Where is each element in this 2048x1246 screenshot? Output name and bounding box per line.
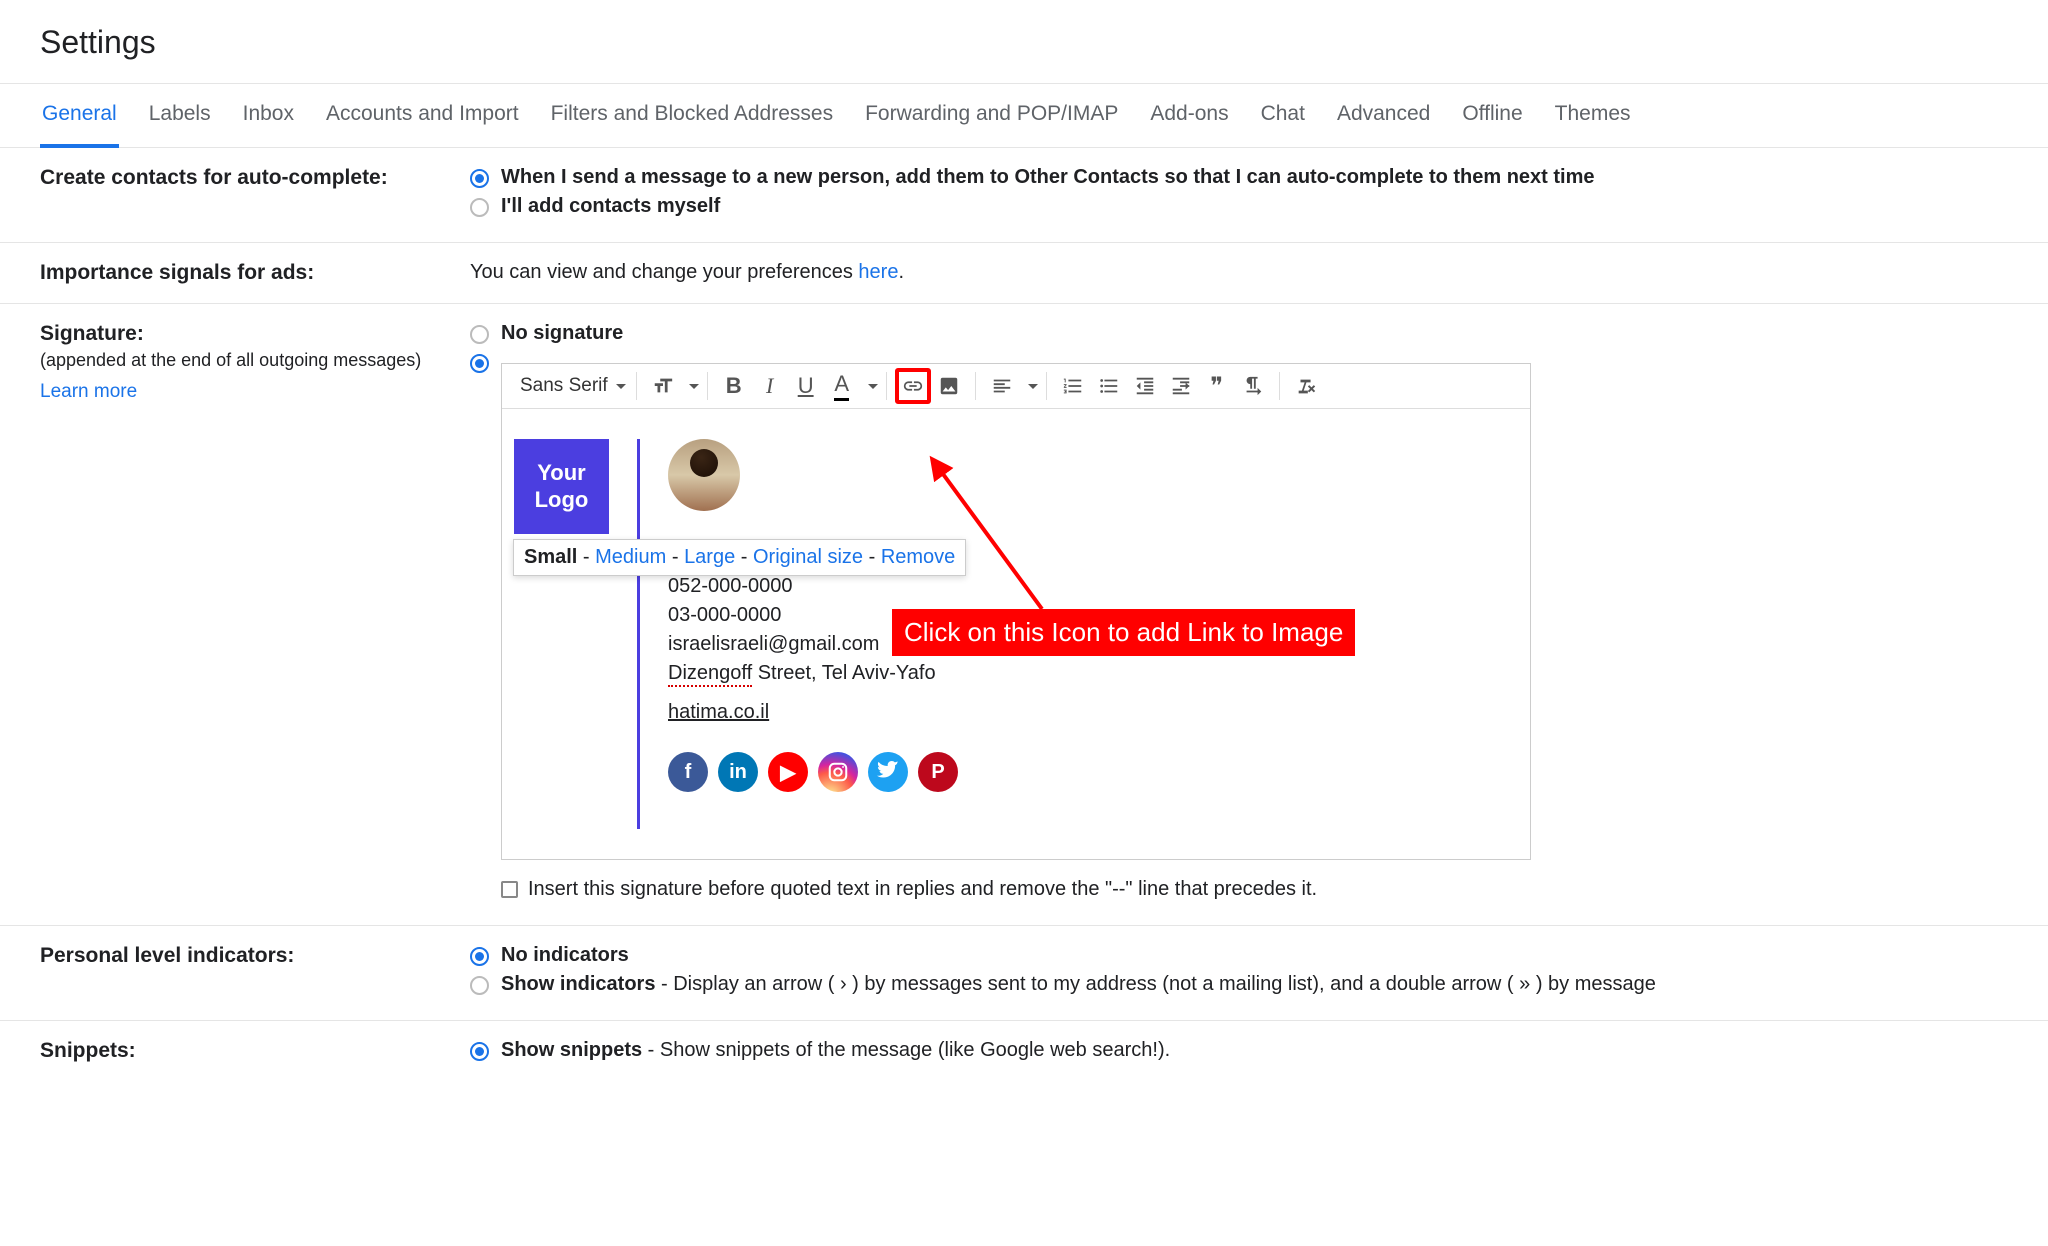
avatar[interactable]	[668, 439, 740, 511]
facebook-icon[interactable]: f	[668, 752, 708, 792]
tab-accounts[interactable]: Accounts and Import	[324, 84, 521, 147]
radio-no-signature-label: No signature	[501, 322, 623, 345]
chevron-down-icon	[616, 384, 626, 389]
row-snippets: Snippets: Show snippets - Show snippets …	[0, 1021, 2048, 1086]
signature-address: Dizengoff Street, Tel Aviv-Yafo	[668, 662, 1530, 685]
ads-text-pre: You can view and change your preferences	[470, 261, 858, 283]
vertical-divider	[637, 439, 640, 829]
tab-filters[interactable]: Filters and Blocked Addresses	[549, 84, 835, 147]
label-signature: Signature:	[40, 322, 144, 345]
show-snippets-rest: - Show snippets of the message (like Goo…	[642, 1039, 1170, 1061]
social-icons: f in ▶ P	[668, 752, 1530, 792]
insert-link-button[interactable]	[895, 368, 931, 404]
align-button[interactable]	[984, 368, 1020, 404]
text-color-button[interactable]: A	[824, 368, 860, 404]
radio-auto-contacts[interactable]	[470, 169, 489, 188]
signature-learn-more-link[interactable]: Learn more	[40, 381, 137, 403]
signature-phone1: 052-000-0000	[668, 575, 1530, 598]
row-signature: Signature: (appended at the end of all o…	[0, 304, 2048, 926]
tab-advanced[interactable]: Advanced	[1335, 84, 1432, 147]
text-direction-button[interactable]	[1235, 368, 1271, 404]
tab-offline[interactable]: Offline	[1460, 84, 1524, 147]
row-personal-indicators: Personal level indicators: No indicators…	[0, 926, 2048, 1021]
tab-themes[interactable]: Themes	[1553, 84, 1633, 147]
insert-before-quote-label: Insert this signature before quoted text…	[528, 878, 1317, 901]
show-snippets-bold: Show snippets	[501, 1039, 642, 1061]
ads-text: You can view and change your preferences…	[470, 261, 904, 283]
radio-no-indicators-label: No indicators	[501, 944, 629, 967]
bold-button[interactable]: B	[716, 368, 752, 404]
instagram-icon[interactable]	[818, 752, 858, 792]
chevron-down-icon	[868, 384, 878, 389]
image-size-popup: Small - Medium - Large - Original size -…	[513, 539, 966, 576]
underline-button[interactable]: U	[788, 368, 824, 404]
row-importance-ads: Importance signals for ads: You can view…	[0, 243, 2048, 304]
size-small[interactable]: Small	[524, 546, 577, 568]
annotation-label: Click on this Icon to add Link to Image	[892, 609, 1355, 656]
quote-button[interactable]: ❞	[1199, 368, 1235, 404]
editor-toolbar: Sans Serif	[502, 364, 1530, 409]
italic-button[interactable]: I	[752, 368, 788, 404]
tab-general[interactable]: General	[40, 84, 119, 148]
label-signature-sub: (appended at the end of all outgoing mes…	[40, 350, 470, 371]
logo-placeholder[interactable]: Your Logo	[514, 439, 609, 534]
radio-no-indicators[interactable]	[470, 947, 489, 966]
label-snippets: Snippets:	[40, 1039, 136, 1062]
tab-addons[interactable]: Add-ons	[1148, 84, 1230, 147]
settings-tabs: General Labels Inbox Accounts and Import…	[0, 83, 2048, 148]
ads-text-post: .	[898, 261, 904, 283]
row-create-contacts: Create contacts for auto-complete: When …	[0, 148, 2048, 243]
tab-labels[interactable]: Labels	[147, 84, 213, 147]
radio-manual-contacts[interactable]	[470, 198, 489, 217]
insert-image-button[interactable]	[931, 368, 967, 404]
indent-more-button[interactable]	[1163, 368, 1199, 404]
bulleted-list-button[interactable]	[1091, 368, 1127, 404]
label-importance-ads: Importance signals for ads:	[40, 261, 314, 284]
tab-chat[interactable]: Chat	[1259, 84, 1307, 147]
youtube-icon[interactable]: ▶	[768, 752, 808, 792]
addr-rest: Street, Tel Aviv-Yafo	[752, 662, 935, 684]
font-size-button[interactable]	[645, 368, 681, 404]
chevron-down-icon	[689, 384, 699, 389]
tab-forwarding[interactable]: Forwarding and POP/IMAP	[863, 84, 1120, 147]
radio-show-indicators-label: Show indicators - Display an arrow ( › )…	[501, 973, 1656, 996]
chevron-down-icon	[1028, 384, 1038, 389]
indent-less-button[interactable]	[1127, 368, 1163, 404]
numbered-list-button[interactable]	[1055, 368, 1091, 404]
page-title: Settings	[0, 0, 2048, 83]
size-medium[interactable]: Medium	[595, 546, 666, 568]
remove-formatting-button[interactable]	[1288, 368, 1324, 404]
show-indicators-rest: - Display an arrow ( › ) by messages sen…	[655, 973, 1655, 995]
radio-use-signature[interactable]	[470, 354, 489, 373]
ads-here-link[interactable]: here	[858, 261, 898, 283]
radio-show-snippets[interactable]	[470, 1042, 489, 1061]
tab-inbox[interactable]: Inbox	[241, 84, 296, 147]
signature-website[interactable]: hatima.co.il	[668, 701, 769, 723]
label-personal-indicators: Personal level indicators:	[40, 944, 294, 967]
size-remove[interactable]: Remove	[881, 546, 955, 568]
radio-auto-contacts-label: When I send a message to a new person, a…	[501, 166, 1595, 189]
insert-before-quote-checkbox[interactable]	[501, 881, 518, 898]
font-selector[interactable]: Sans Serif	[512, 371, 634, 401]
radio-show-snippets-label: Show snippets - Show snippets of the mes…	[501, 1039, 1170, 1062]
signature-body[interactable]: Your Logo Israel Israeli 052-000-0000 03…	[502, 409, 1530, 859]
show-indicators-bold: Show indicators	[501, 973, 655, 995]
radio-show-indicators[interactable]	[470, 976, 489, 995]
signature-editor: Sans Serif	[501, 363, 1531, 860]
font-name: Sans Serif	[520, 375, 608, 397]
radio-no-signature[interactable]	[470, 325, 489, 344]
pinterest-icon[interactable]: P	[918, 752, 958, 792]
size-original[interactable]: Original size	[753, 546, 863, 568]
label-create-contacts: Create contacts for auto-complete:	[40, 166, 388, 189]
twitter-icon[interactable]	[868, 752, 908, 792]
linkedin-icon[interactable]: in	[718, 752, 758, 792]
radio-manual-contacts-label: I'll add contacts myself	[501, 195, 720, 218]
size-large[interactable]: Large	[684, 546, 735, 568]
addr-street: Dizengoff	[668, 662, 752, 687]
